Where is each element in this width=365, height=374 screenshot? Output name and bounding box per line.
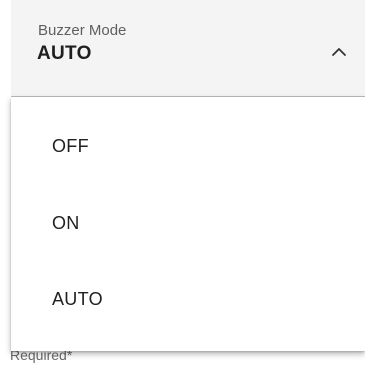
select-value: AUTO: [37, 43, 92, 64]
menu-option-label: OFF: [52, 136, 89, 156]
buzzer-mode-select[interactable]: Buzzer Mode AUTO: [11, 0, 365, 97]
dropdown-menu: OFF ON AUTO: [11, 97, 365, 351]
chevron-up-icon[interactable]: [329, 44, 349, 60]
menu-option-off[interactable]: OFF: [11, 121, 365, 171]
buzzer-mode-select-screen: Buzzer Mode AUTO Required* OFF ON AUTO: [0, 0, 365, 374]
menu-option-label: AUTO: [52, 289, 103, 309]
select-label: Buzzer Mode: [38, 22, 127, 39]
menu-option-on[interactable]: ON: [11, 198, 365, 248]
menu-option-auto[interactable]: AUTO: [11, 274, 365, 324]
menu-option-label: ON: [52, 213, 80, 233]
